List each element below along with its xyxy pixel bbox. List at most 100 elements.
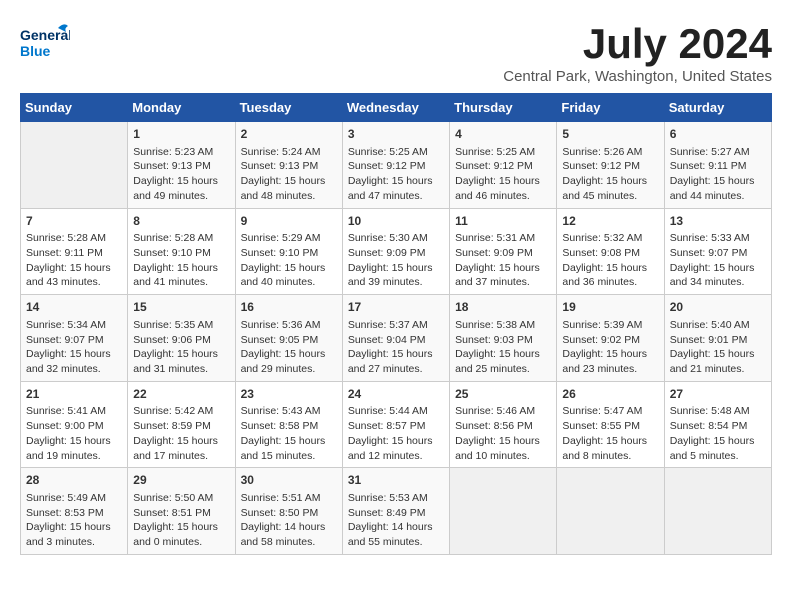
- cell-info-line: Sunrise: 5:49 AM: [26, 491, 122, 506]
- day-number: 5: [562, 126, 658, 143]
- day-number: 11: [455, 213, 551, 230]
- cell-info-line: Sunrise: 5:35 AM: [133, 318, 229, 333]
- day-header-wednesday: Wednesday: [342, 94, 449, 122]
- cell-info-line: and 17 minutes.: [133, 449, 229, 464]
- cell-info-line: Daylight: 15 hours: [670, 434, 766, 449]
- cell-info-line: Sunset: 9:07 PM: [670, 246, 766, 261]
- day-number: 15: [133, 299, 229, 316]
- cell-info-line: Sunset: 8:55 PM: [562, 419, 658, 434]
- cell-info-line: Sunset: 8:59 PM: [133, 419, 229, 434]
- cell-info-line: Daylight: 15 hours: [455, 434, 551, 449]
- location-subtitle: Central Park, Washington, United States: [503, 68, 772, 85]
- cell-info-line: and 21 minutes.: [670, 362, 766, 377]
- cell-info-line: Daylight: 14 hours: [348, 520, 444, 535]
- cell-info-line: Sunset: 9:05 PM: [241, 333, 337, 348]
- cell-info-line: Sunset: 8:56 PM: [455, 419, 551, 434]
- week-row-3: 14 Sunrise: 5:34 AMSunset: 9:07 PM Dayligh…: [21, 295, 772, 382]
- cell-info-line: Sunset: 9:12 PM: [348, 159, 444, 174]
- cell-info-line: Sunset: 9:09 PM: [348, 246, 444, 261]
- cell-info-line: Daylight: 15 hours: [348, 174, 444, 189]
- cell-info-line: and 48 minutes.: [241, 189, 337, 204]
- cell-info-line: and 36 minutes.: [562, 275, 658, 290]
- cell-info-line: Sunrise: 5:38 AM: [455, 318, 551, 333]
- cell-info-line: Sunset: 9:07 PM: [26, 333, 122, 348]
- cell-info-line: Sunrise: 5:24 AM: [241, 145, 337, 160]
- calendar-cell: 2Sunrise: 5:24 AMSunset: 9:13 PMDaylight…: [235, 122, 342, 209]
- calendar-cell: [557, 468, 664, 555]
- calendar-cell: 13Sunrise: 5:33 AMSunset: 9:07 PMDayligh…: [664, 208, 771, 295]
- calendar-cell: 16Sunrise: 5:36 AMSunset: 9:05 PMDayligh…: [235, 295, 342, 382]
- calendar-table: SundayMondayTuesdayWednesdayThursdayFrid…: [20, 93, 772, 555]
- cell-info-line: and 41 minutes.: [133, 275, 229, 290]
- cell-info-line: Sunset: 9:12 PM: [562, 159, 658, 174]
- cell-info-line: Sunset: 9:12 PM: [455, 159, 551, 174]
- cell-info-line: Sunset: 9:02 PM: [562, 333, 658, 348]
- cell-info-line: Sunset: 9:04 PM: [348, 333, 444, 348]
- cell-info-line: Sunset: 9:10 PM: [241, 246, 337, 261]
- cell-info-line: Daylight: 15 hours: [26, 261, 122, 276]
- calendar-cell: 28Sunrise: 5:49 AMSunset: 8:53 PMDayligh…: [21, 468, 128, 555]
- cell-info-line: Daylight: 15 hours: [241, 261, 337, 276]
- cell-info-line: Sunrise: 5:26 AM: [562, 145, 658, 160]
- cell-info-line: and 55 minutes.: [348, 535, 444, 550]
- cell-info-line: Sunset: 9:09 PM: [455, 246, 551, 261]
- cell-info-line: Daylight: 15 hours: [241, 347, 337, 362]
- cell-info-line: Sunrise: 5:39 AM: [562, 318, 658, 333]
- cell-info-line: Sunrise: 5:34 AM: [26, 318, 122, 333]
- day-number: 13: [670, 213, 766, 230]
- calendar-cell: 12Sunrise: 5:32 AMSunset: 9:08 PMDayligh…: [557, 208, 664, 295]
- calendar-cell: 21Sunrise: 5:41 AMSunset: 9:00 PMDayligh…: [21, 381, 128, 468]
- day-number: 27: [670, 386, 766, 403]
- cell-info-line: and 47 minutes.: [348, 189, 444, 204]
- day-number: 26: [562, 386, 658, 403]
- day-number: 6: [670, 126, 766, 143]
- calendar-cell: 11Sunrise: 5:31 AMSunset: 9:09 PMDayligh…: [450, 208, 557, 295]
- cell-info-line: Daylight: 15 hours: [562, 174, 658, 189]
- cell-info-line: Daylight: 15 hours: [455, 261, 551, 276]
- cell-info-line: and 32 minutes.: [26, 362, 122, 377]
- cell-info-line: and 5 minutes.: [670, 449, 766, 464]
- cell-info-line: Sunrise: 5:36 AM: [241, 318, 337, 333]
- day-number: 14: [26, 299, 122, 316]
- calendar-cell: [21, 122, 128, 209]
- calendar-cell: 23Sunrise: 5:43 AMSunset: 8:58 PMDayligh…: [235, 381, 342, 468]
- cell-info-line: and 3 minutes.: [26, 535, 122, 550]
- day-number: 29: [133, 472, 229, 489]
- calendar-cell: 20Sunrise: 5:40 AMSunset: 9:01 PMDayligh…: [664, 295, 771, 382]
- cell-info-line: Sunrise: 5:33 AM: [670, 231, 766, 246]
- cell-info-line: Sunrise: 5:31 AM: [455, 231, 551, 246]
- cell-info-line: and 46 minutes.: [455, 189, 551, 204]
- cell-info-line: Sunset: 8:50 PM: [241, 506, 337, 521]
- calendar-cell: 14Sunrise: 5:34 AMSunset: 9:07 PMDayligh…: [21, 295, 128, 382]
- cell-info-line: and 40 minutes.: [241, 275, 337, 290]
- cell-info-line: Daylight: 15 hours: [348, 347, 444, 362]
- cell-info-line: Daylight: 15 hours: [26, 520, 122, 535]
- cell-info-line: Sunrise: 5:42 AM: [133, 404, 229, 419]
- day-header-thursday: Thursday: [450, 94, 557, 122]
- cell-info-line: Sunset: 9:11 PM: [670, 159, 766, 174]
- cell-info-line: and 8 minutes.: [562, 449, 658, 464]
- calendar-cell: 3Sunrise: 5:25 AMSunset: 9:12 PMDaylight…: [342, 122, 449, 209]
- svg-text:Blue: Blue: [20, 43, 51, 59]
- calendar-cell: 15Sunrise: 5:35 AMSunset: 9:06 PMDayligh…: [128, 295, 235, 382]
- cell-info-line: and 0 minutes.: [133, 535, 229, 550]
- cell-info-line: Daylight: 15 hours: [562, 434, 658, 449]
- cell-info-line: and 25 minutes.: [455, 362, 551, 377]
- cell-info-line: Sunrise: 5:28 AM: [133, 231, 229, 246]
- calendar-cell: 9Sunrise: 5:29 AMSunset: 9:10 PMDaylight…: [235, 208, 342, 295]
- day-number: 20: [670, 299, 766, 316]
- week-row-4: 21Sunrise: 5:41 AMSunset: 9:00 PMDayligh…: [21, 381, 772, 468]
- day-number: 17: [348, 299, 444, 316]
- day-number: 10: [348, 213, 444, 230]
- calendar-cell: 30Sunrise: 5:51 AMSunset: 8:50 PMDayligh…: [235, 468, 342, 555]
- logo: General Blue: [20, 20, 70, 65]
- calendar-cell: 1Sunrise: 5:23 AMSunset: 9:13 PMDaylight…: [128, 122, 235, 209]
- cell-info-line: Daylight: 15 hours: [133, 261, 229, 276]
- day-number: 9: [241, 213, 337, 230]
- cell-info-line: Sunrise: 5:50 AM: [133, 491, 229, 506]
- cell-info-line: Daylight: 15 hours: [670, 347, 766, 362]
- cell-info-line: and 34 minutes.: [670, 275, 766, 290]
- cell-info-line: Daylight: 15 hours: [562, 347, 658, 362]
- page-header: General Blue July 2024 Central Park, Was…: [20, 20, 772, 85]
- cell-info-line: Sunset: 9:01 PM: [670, 333, 766, 348]
